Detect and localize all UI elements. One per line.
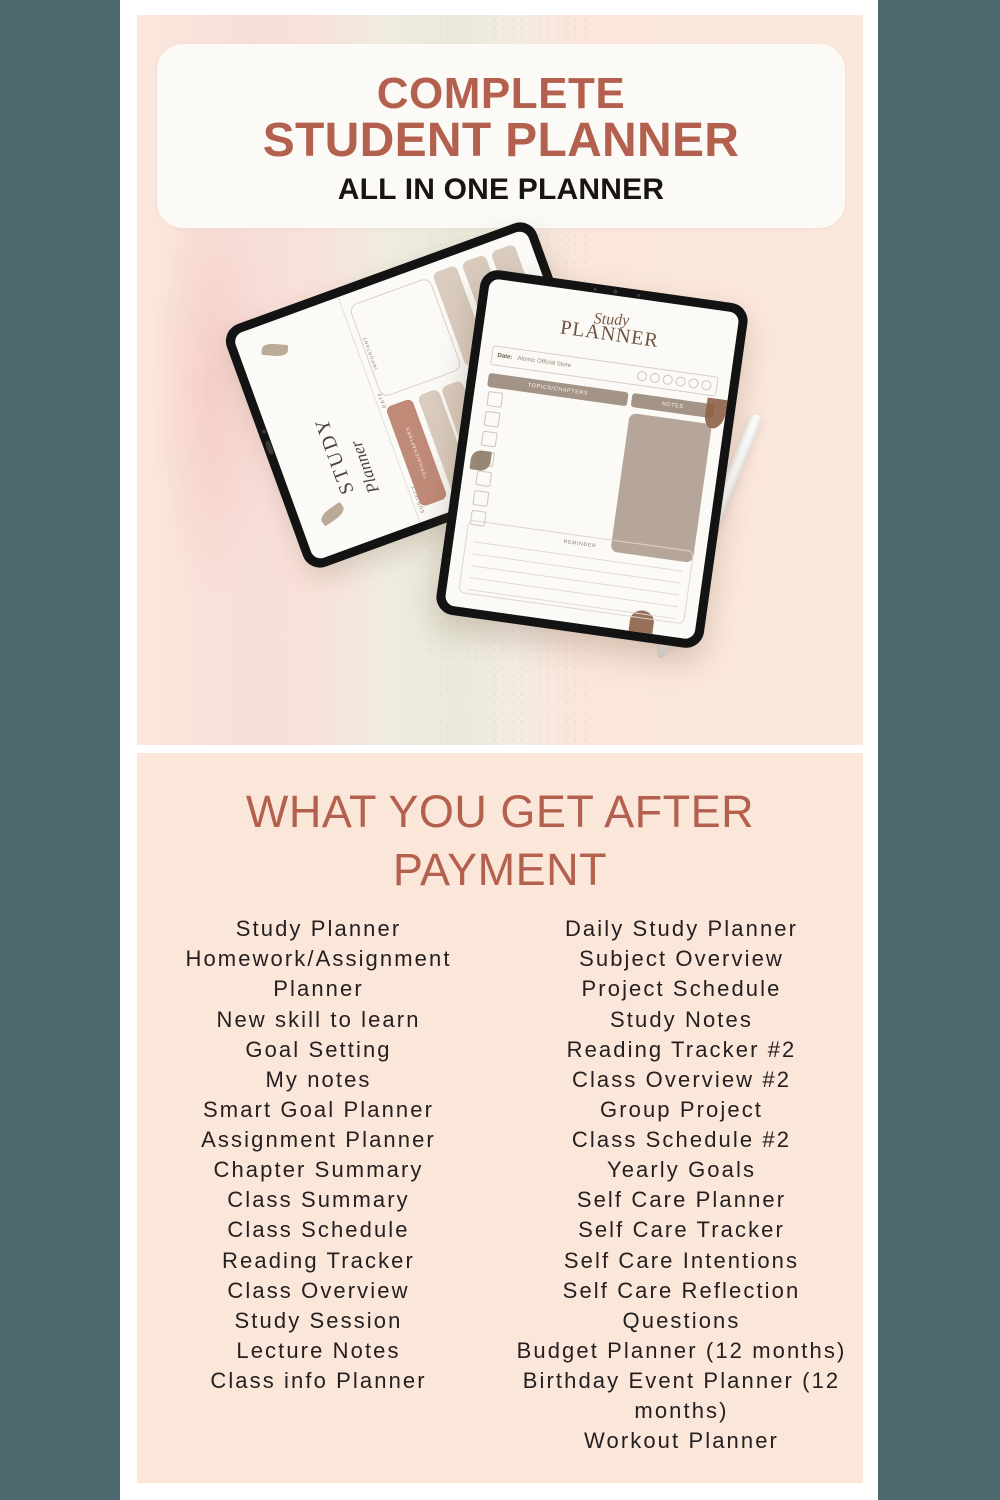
back-page-topics-label: TOPICS/CHAPTERS xyxy=(404,426,428,480)
feature-item: Birthday Event Planner (12 months) xyxy=(522,1368,841,1424)
what-you-get-columns: Study Planner Homework/Assignment Planner… xyxy=(137,914,863,1456)
feature-item: Class Schedule xyxy=(227,1217,410,1243)
feature-item: Self Care Tracker xyxy=(578,1217,785,1243)
front-page-checkbox[interactable] xyxy=(475,470,493,488)
tablet-front-screen: Study PLANNER Date: Atomic Official Stor… xyxy=(444,278,740,640)
feature-item: Class info Planner xyxy=(210,1368,427,1394)
feature-item: Reading Tracker #2 xyxy=(566,1036,797,1062)
feature-item: Group Project xyxy=(599,1096,764,1122)
feature-item: Daily Study Planner xyxy=(564,916,799,942)
feature-item: Self Care Reflection Questions xyxy=(562,1277,801,1333)
front-page-date-value: Atomic Official Store xyxy=(516,355,572,370)
feature-item: Smart Goal Planner xyxy=(203,1096,434,1122)
tablet-front-device: Study PLANNER Date: Atomic Official Stor… xyxy=(434,267,750,651)
what-you-get-panel: WHAT YOU GET AFTER PAYMENT Study Planner… xyxy=(137,753,863,1483)
what-you-get-heading-line2: PAYMENT xyxy=(392,843,608,895)
hero-title-line1: COMPLETE xyxy=(376,68,626,118)
feature-item: Class Schedule #2 xyxy=(571,1127,792,1153)
feature-item: Workout Planner xyxy=(584,1428,779,1454)
feature-item: Self Care Planner xyxy=(576,1187,787,1213)
front-page-reminder-label: REMINDER xyxy=(563,538,597,550)
hero-subtitle: ALL IN ONE PLANNER xyxy=(337,173,665,207)
day-circle-icon[interactable] xyxy=(662,374,674,386)
front-page-day-dots xyxy=(636,370,713,391)
what-you-get-heading: WHAT YOU GET AFTER PAYMENT xyxy=(137,783,863,898)
feature-item: Goal Setting xyxy=(245,1036,392,1062)
hero-title-card: COMPLETE STUDENT PLANNER ALL IN ONE PLAN… xyxy=(157,44,845,228)
front-page-checkbox[interactable] xyxy=(486,390,504,408)
front-page-checkbox[interactable] xyxy=(483,410,501,428)
feature-item: Class Overview xyxy=(227,1277,410,1303)
feature-item: Homework/Assignment Planner xyxy=(185,946,452,1002)
page-root: COMPLETE STUDENT PLANNER ALL IN ONE PLAN… xyxy=(0,0,1000,1500)
feature-item: Chapter Summary xyxy=(213,1157,424,1183)
reminder-rule xyxy=(467,588,676,620)
feature-item: Study Notes xyxy=(610,1006,753,1032)
hero-panel: COMPLETE STUDENT PLANNER ALL IN ONE PLAN… xyxy=(137,15,863,745)
day-circle-icon[interactable] xyxy=(649,372,661,384)
feature-list-right: Daily Study Planner Subject Overview Proje… xyxy=(500,914,863,1456)
feature-item: My notes xyxy=(265,1066,372,1092)
day-circle-icon[interactable] xyxy=(687,377,700,390)
front-page-checkbox[interactable] xyxy=(472,489,490,507)
feature-item: New skill to learn xyxy=(216,1006,421,1032)
feature-item: Subject Overview xyxy=(579,946,784,972)
feature-list-left: Study Planner Homework/Assignment Planner… xyxy=(137,914,500,1456)
tablet-front-sensor-dot xyxy=(636,293,641,297)
hero-title-line2: STUDENT PLANNER xyxy=(262,113,740,167)
day-circle-icon[interactable] xyxy=(636,370,648,382)
feature-item: Budget Planner (12 months) xyxy=(516,1337,847,1363)
feature-item: Class Overview #2 xyxy=(571,1066,792,1092)
feature-item: Assignment Planner xyxy=(201,1127,436,1153)
reminder-rule xyxy=(469,577,678,608)
feature-item: Study Session xyxy=(234,1307,403,1333)
reminder-rule xyxy=(472,553,681,584)
feature-item: Lecture Notes xyxy=(236,1337,401,1363)
feature-item: Yearly Goals xyxy=(606,1157,757,1183)
feature-item: Study Planner xyxy=(235,916,402,942)
what-you-get-heading-line1: WHAT YOU GET AFTER xyxy=(245,786,755,837)
feature-item: Self Care Intentions xyxy=(563,1247,800,1273)
day-circle-icon[interactable] xyxy=(674,375,687,388)
tablet-front-sensor-dot xyxy=(593,287,598,291)
leaf-ornament-icon xyxy=(703,397,728,430)
feature-item: Project Schedule xyxy=(581,976,782,1002)
feature-item: Class Summary xyxy=(227,1187,410,1213)
front-page-checkbox[interactable] xyxy=(480,430,498,448)
tablet-front-camera-dot xyxy=(613,289,618,294)
reminder-rule xyxy=(470,565,679,596)
day-circle-icon[interactable] xyxy=(700,379,713,391)
front-page-notes-area[interactable] xyxy=(610,412,712,563)
front-page-date-label: Date: xyxy=(497,352,513,361)
feature-item: Reading Tracker xyxy=(222,1247,415,1273)
